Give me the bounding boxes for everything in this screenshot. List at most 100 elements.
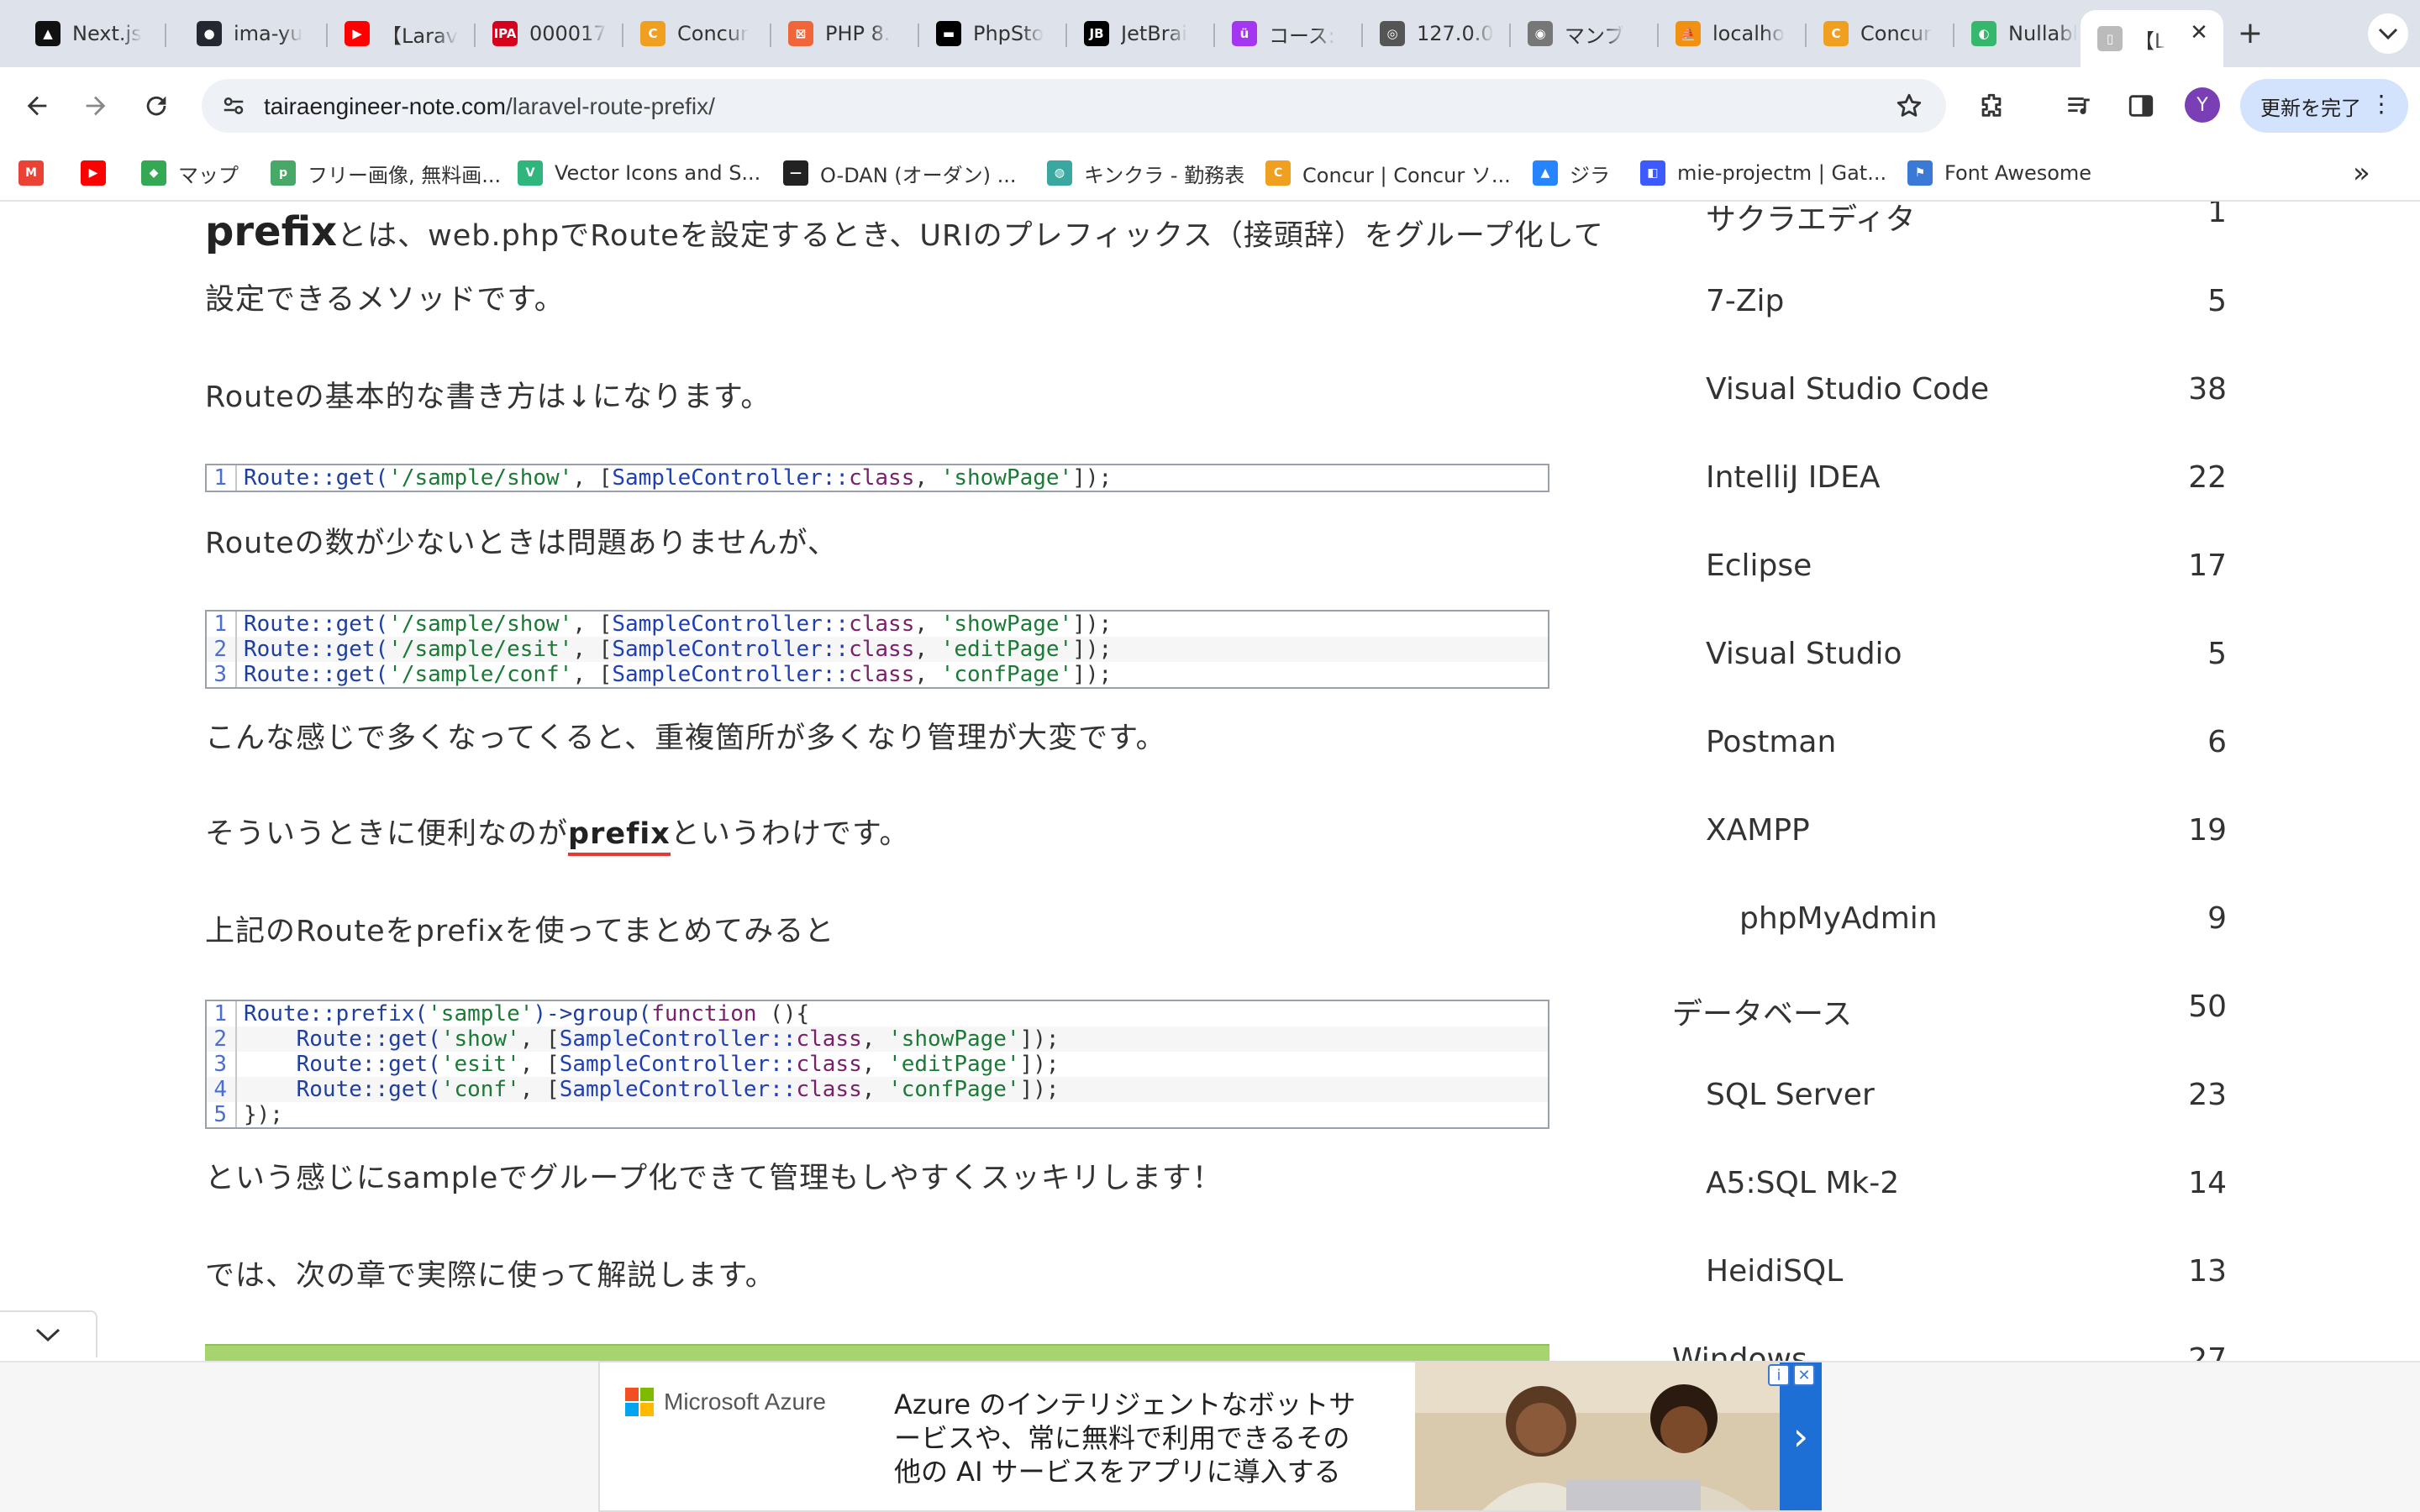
ad-photo[interactable] [1415, 1362, 1780, 1510]
url-text[interactable]: tairaengineer-note.com/laravel-route-pre… [264, 93, 715, 120]
code-token: SampleController [612, 637, 823, 662]
sidebar-category-item[interactable]: XAMPP 19 [1672, 806, 2227, 857]
arrow-right-icon [86, 96, 106, 116]
browser-tab[interactable]: ◐ Nullabl [1954, 10, 2077, 57]
bookmark-item[interactable]: ◧ mie-projectm | Gat... [1640, 156, 1886, 190]
browser-tab[interactable]: ◎ 127.0.0 [1363, 10, 1507, 57]
browser-tab[interactable]: ⛵ localho [1659, 10, 1803, 57]
category-count: 6 [2207, 725, 2227, 759]
browser-tab[interactable]: ▲ Next.js [18, 10, 163, 57]
tab-title: Concur [1860, 22, 1932, 45]
code-token: ]); [1019, 1026, 1060, 1052]
code-line: 1 Route::prefix('sample')->group(function… [207, 1001, 1548, 1026]
sidebar-category-item[interactable]: SQL Server 23 [1672, 1071, 2227, 1121]
sidebar-category-item[interactable]: phpMyAdmin 9 [1672, 895, 2227, 945]
sidebar-category-item[interactable]: Visual Studio Code 38 [1672, 365, 2227, 416]
paragraph: そういうときに便利なのがprefixというわけです。 [205, 810, 909, 856]
category-label: Visual Studio [1706, 637, 1902, 671]
code-line: 2 Route::get('show', [SampleController::… [207, 1026, 1548, 1052]
address-bar[interactable]: tairaengineer-note.com/laravel-route-pre… [202, 79, 1946, 133]
bookmark-item[interactable]: ⚑ Font Awesome [1907, 156, 2091, 190]
code-block[interactable]: 1 Route::get('/sample/show', [SampleContr… [205, 464, 1549, 492]
category-label: Postman [1706, 725, 1837, 759]
jira-icon: ▲ [1533, 160, 1558, 186]
side-panel-icon[interactable] [2121, 86, 2161, 126]
browser-tab[interactable]: ▬ PhpSto [919, 10, 1064, 57]
sidebar-category-item[interactable]: 7-Zip 5 [1672, 277, 2227, 328]
ad-info-icon[interactable]: i [1768, 1364, 1790, 1386]
sidebar-category-item[interactable]: Eclipse 17 [1672, 542, 2227, 592]
ipa-icon: IPA [492, 21, 518, 46]
code-token: 'showPage' [940, 612, 1073, 637]
bookmark-item[interactable]: ▶ [81, 156, 106, 190]
code-token: class [796, 1026, 862, 1052]
maps-icon: ◆ [141, 160, 166, 186]
browser-tab[interactable]: JB JetBrai [1067, 10, 1212, 57]
code-token: , [914, 612, 941, 637]
forward-button[interactable] [74, 84, 118, 128]
media-control-icon[interactable] [2059, 86, 2099, 126]
bookmark-item[interactable]: M [18, 156, 44, 190]
new-tab-button[interactable]: + [2232, 15, 2269, 52]
browser-tab[interactable]: C Concur [1807, 10, 1951, 57]
bookmark-item[interactable]: — O-DAN (オーダン) ... [783, 156, 1017, 190]
sidebar-category-item[interactable]: A5:SQL Mk-2 14 [1672, 1159, 2227, 1210]
code-token: , [ [572, 637, 613, 662]
sidebar-category-item[interactable]: サクラエディタ 1 [1672, 202, 2227, 239]
sidebar-category-item[interactable]: Windows 27 [1672, 1336, 2227, 1361]
code-block[interactable]: 1 Route::prefix('sample')->group(function… [205, 1000, 1549, 1129]
code-token: SampleController [612, 662, 823, 687]
bookmark-item[interactable]: ◆ マップ [141, 156, 239, 190]
update-button[interactable]: 更新を完了 ⋮ [2240, 79, 2408, 133]
bookmark-item[interactable]: C Concur | Concur ソ... [1265, 156, 1511, 190]
category-count: 13 [2188, 1254, 2227, 1289]
ad-banner[interactable]: Microsoft Azure Azure のインテリジェントなボットサービスや… [598, 1361, 1822, 1512]
category-label: SQL Server [1706, 1078, 1875, 1112]
sidebar-category-item[interactable]: IntelliJ IDEA 22 [1672, 454, 2227, 504]
browser-tab[interactable]: ▯ 【L ✕ [2081, 10, 2223, 67]
back-button[interactable] [15, 84, 59, 128]
odan-icon: — [783, 160, 808, 186]
browser-tab[interactable]: C Concur [623, 10, 768, 57]
ad-copy[interactable]: Azure のインテリジェントなボットサービスや、常に無料で利用できるその 他の… [894, 1388, 1365, 1488]
code-line: 3 Route::get('esit', [SampleController::… [207, 1052, 1548, 1077]
browser-tab[interactable]: IPA 000017 [476, 10, 620, 57]
collapse-ad-button[interactable] [0, 1310, 97, 1357]
sidebar-category-item[interactable]: Postman 6 [1672, 718, 2227, 769]
ad-choices[interactable]: i ✕ [1768, 1364, 1815, 1386]
sidebar-category-item[interactable]: Visual Studio 5 [1672, 630, 2227, 680]
github-icon: ● [197, 21, 222, 46]
bookmark-star-icon[interactable] [1892, 89, 1926, 123]
reload-button[interactable] [134, 84, 178, 128]
code-token: , [ [572, 662, 613, 687]
youtube-icon: ▶ [81, 160, 106, 186]
sidebar-category-item[interactable]: HeidiSQL 13 [1672, 1247, 2227, 1298]
browser-tab[interactable]: ▶ 【Larav [328, 10, 472, 57]
code-line: 4 Route::get('conf', [SampleController::… [207, 1077, 1548, 1102]
code-token: :: [822, 465, 850, 491]
browser-tab[interactable]: ⊠ PHP 8. [771, 10, 916, 57]
kinkura-icon: ◍ [1047, 160, 1072, 186]
url-host: tairaengineer-note.com [264, 93, 506, 119]
bookmarks-overflow-icon[interactable]: » [2353, 156, 2370, 190]
close-tab-icon[interactable]: ✕ [2186, 20, 2212, 45]
category-count: 1 [2207, 202, 2227, 229]
bookmark-item[interactable]: ▲ ジラ [1533, 156, 1610, 190]
browser-tab[interactable]: ü コース: [1215, 10, 1360, 57]
prefix-link[interactable]: prefix [568, 817, 671, 856]
bookmark-item[interactable]: p フリー画像, 無料画... [271, 156, 501, 190]
browser-tab[interactable]: ● ima-yu [180, 10, 324, 57]
tab-search-button[interactable] [2368, 13, 2408, 54]
bookmark-item[interactable]: V Vector Icons and S... [518, 156, 760, 190]
site-info-icon[interactable] [215, 87, 252, 124]
code-block[interactable]: 1 Route::get('/sample/show', [SampleContr… [205, 610, 1549, 689]
bookmark-item[interactable]: ◍ キンクラ - 勤務表 [1047, 156, 1244, 190]
profile-avatar[interactable]: Y [2185, 87, 2220, 123]
ad-close-icon[interactable]: ✕ [1793, 1364, 1815, 1386]
tab-title: 000017 [529, 22, 607, 45]
browser-tab[interactable]: ◉ マンブ [1511, 10, 1655, 57]
extensions-icon[interactable] [1971, 86, 2012, 126]
code-token: , [914, 465, 941, 491]
sidebar-category-item[interactable]: データベース 50 [1672, 983, 2227, 1033]
more-menu-icon[interactable]: ⋮ [2370, 92, 2393, 116]
